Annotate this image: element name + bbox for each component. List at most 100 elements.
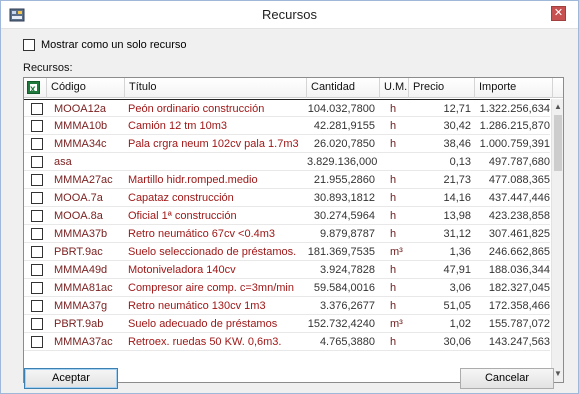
column-header-price[interactable]: Precio (409, 78, 475, 98)
row-code: MMMA37b (54, 228, 108, 240)
row-select-cell[interactable] (31, 100, 43, 118)
row-select-cell[interactable] (31, 261, 43, 279)
table-row[interactable]: PBRT.9ab Suelo adecuado de préstamos 152.7… (24, 315, 550, 333)
row-select-cell[interactable] (31, 243, 43, 261)
row-unit: h (390, 300, 397, 312)
row-checkbox[interactable] (31, 103, 43, 115)
table-row[interactable]: MOOA12a Peón ordinario construcción 104.03… (24, 99, 550, 117)
row-amount: 1.322.256,634 (479, 103, 550, 115)
row-checkbox[interactable] (31, 318, 43, 330)
row-checkbox[interactable] (31, 192, 43, 204)
dialog-body: Mostrar como un solo recurso Recursos: C… (5, 30, 575, 391)
column-header-um[interactable]: U.M. (380, 78, 409, 98)
table-row[interactable]: PBRT.9ac Suelo seleccionado de préstamos.… (24, 243, 550, 261)
row-quantity: 181.369,7535 (307, 246, 375, 258)
table-row[interactable]: MMMA49d Motoniveladora 140cv 3.924,7828 h 47… (24, 261, 550, 279)
table-row[interactable]: MMMA81ac Compresor aire comp. c=3mn/min 59… (24, 279, 550, 297)
row-code: MOOA.7a (54, 192, 103, 204)
accept-button[interactable]: Aceptar (24, 368, 118, 389)
row-quantity: 59.584,0016 (313, 282, 375, 294)
row-select-cell[interactable] (31, 297, 43, 315)
column-header-amount[interactable]: Importe (475, 78, 553, 98)
row-checkbox[interactable] (31, 210, 43, 222)
row-quantity: 9.879,8787 (319, 228, 375, 240)
table-row[interactable]: MMMA34c Pala crgra neum 102cv pala 1.7m3 2… (24, 135, 550, 153)
title-bar[interactable]: Recursos ✕ (1, 1, 578, 29)
row-select-cell[interactable] (31, 333, 43, 351)
row-checkbox[interactable] (31, 264, 43, 276)
table-row[interactable]: MOOA.8a Oficial 1ª construcción 30.274,596… (24, 207, 550, 225)
row-select-cell[interactable] (31, 171, 43, 189)
row-price: 47,91 (443, 264, 471, 276)
row-unit: m³ (390, 246, 403, 258)
row-select-cell[interactable] (31, 315, 43, 333)
table-row[interactable]: MMMA27ac Martillo hidr.romped.medio 21.955… (24, 171, 550, 189)
row-checkbox[interactable] (31, 282, 43, 294)
row-amount: 307.461,825 (488, 228, 550, 240)
row-code: MMMA37ac (54, 336, 113, 348)
export-excel-header[interactable] (24, 78, 47, 99)
row-price: 14,16 (443, 192, 471, 204)
row-select-cell[interactable] (31, 117, 43, 135)
scroll-up-icon[interactable]: ▲ (552, 101, 563, 113)
row-unit: m³ (390, 318, 403, 330)
row-checkbox[interactable] (31, 120, 43, 132)
row-quantity: 30.274,5964 (313, 210, 375, 222)
excel-icon[interactable] (27, 80, 40, 99)
row-checkbox[interactable] (31, 156, 43, 168)
row-amount: 423.238,858 (488, 210, 550, 222)
row-price: 3,06 (449, 282, 471, 294)
row-checkbox[interactable] (31, 246, 43, 258)
row-select-cell[interactable] (31, 189, 43, 207)
cancel-button[interactable]: Cancelar (460, 368, 554, 389)
vertical-scrollbar[interactable]: ▲ ▼ (551, 99, 563, 382)
resources-table: Código Título Cantidad U.M. Precio Impor… (23, 77, 564, 383)
scroll-thumb[interactable] (554, 115, 562, 171)
single-resource-option[interactable]: Mostrar como un solo recurso (23, 38, 187, 52)
row-title: Capataz construcción (128, 192, 234, 204)
row-checkbox[interactable] (31, 336, 43, 348)
column-header-code[interactable]: Código (47, 78, 125, 98)
table-row[interactable]: asa 3.829.136,0000 0,13 497.787,680 (24, 153, 550, 171)
row-checkbox[interactable] (31, 138, 43, 150)
resources-label: Recursos: (23, 62, 73, 74)
row-unit: h (390, 103, 397, 115)
row-title: Compresor aire comp. c=3mn/min (128, 282, 294, 294)
row-title: Retro neumático 130cv 1m3 (128, 300, 266, 312)
row-select-cell[interactable] (31, 225, 43, 243)
row-unit: h (390, 228, 397, 240)
table-row[interactable]: MMMA37ac Retroex. ruedas 50 KW. 0,6m3. 4.7… (24, 333, 550, 351)
row-unit: h (390, 174, 397, 186)
row-checkbox[interactable] (31, 174, 43, 186)
row-select-cell[interactable] (31, 207, 43, 225)
row-code: asa (54, 156, 72, 168)
row-title: Suelo adecuado de préstamos (128, 318, 278, 330)
row-price: 1,02 (449, 318, 471, 330)
row-amount: 246.662,865 (488, 246, 550, 258)
row-select-cell[interactable] (31, 279, 43, 297)
row-checkbox[interactable] (31, 300, 43, 312)
single-resource-checkbox[interactable] (23, 39, 35, 51)
row-unit: h (390, 210, 397, 222)
row-checkbox[interactable] (31, 228, 43, 240)
table-row[interactable]: MMMA37b Retro neumático 67cv <0.4m3 9.879,… (24, 225, 550, 243)
row-price: 38,46 (443, 138, 471, 150)
close-button[interactable]: ✕ (551, 6, 566, 21)
row-quantity: 21.955,2860 (313, 174, 375, 186)
table-header: Código Título Cantidad U.M. Precio Impor… (24, 78, 563, 99)
column-header-qty[interactable]: Cantidad (307, 78, 380, 98)
row-quantity: 3.376,2677 (319, 300, 375, 312)
row-select-cell[interactable] (31, 153, 43, 171)
row-price: 30,06 (443, 336, 471, 348)
table-row[interactable]: MMMA37g Retro neumático 130cv 1m3 3.376,26… (24, 297, 550, 315)
table-row[interactable]: MMMA10b Camión 12 tm 10m3 42.281,9155 h 30,4… (24, 117, 550, 135)
row-amount: 1.286.215,870 (479, 120, 550, 132)
row-select-cell[interactable] (31, 135, 43, 153)
column-header-title[interactable]: Título (125, 78, 307, 98)
row-quantity: 4.765,3880 (319, 336, 375, 348)
row-amount: 437.447,446 (488, 192, 550, 204)
row-title: Pala crgra neum 102cv pala 1.7m3 (128, 138, 299, 150)
table-row[interactable]: MOOA.7a Capataz construcción 30.893,1812 h 1… (24, 189, 550, 207)
row-title: Oficial 1ª construcción (128, 210, 237, 222)
row-quantity: 3.829.136,0000 (307, 156, 377, 168)
